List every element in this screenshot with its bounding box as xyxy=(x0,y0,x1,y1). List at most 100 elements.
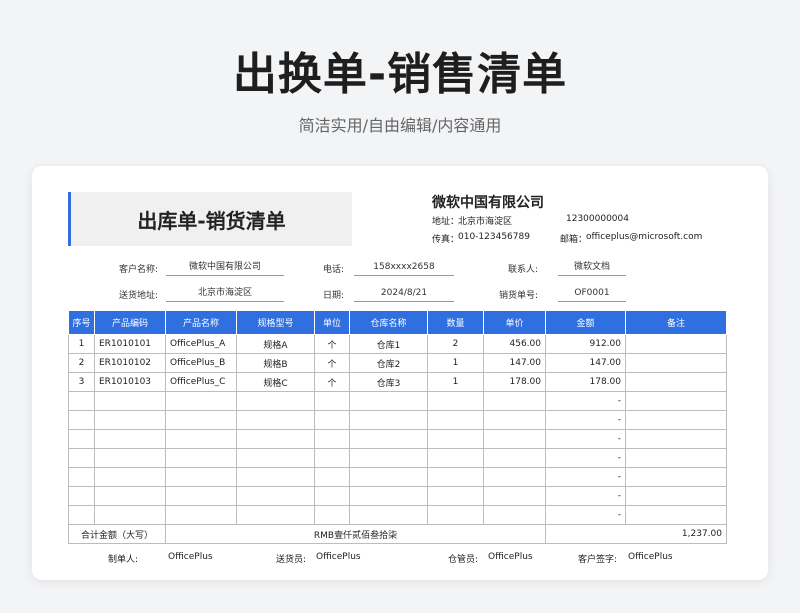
table-cell[interactable] xyxy=(314,448,350,468)
table-cell[interactable]: - xyxy=(545,410,626,430)
table-cell[interactable] xyxy=(165,467,237,487)
table-cell[interactable] xyxy=(625,372,727,392)
table-cell[interactable] xyxy=(68,467,95,487)
table-cell[interactable] xyxy=(483,505,546,525)
table-cell[interactable] xyxy=(236,391,315,411)
table-cell[interactable] xyxy=(483,467,546,487)
table-cell[interactable] xyxy=(165,486,237,506)
table-cell[interactable] xyxy=(427,467,484,487)
table-cell[interactable] xyxy=(349,429,428,449)
table-cell[interactable] xyxy=(94,410,166,430)
table-cell[interactable]: 2 xyxy=(427,334,484,354)
table-cell[interactable] xyxy=(236,467,315,487)
table-cell[interactable] xyxy=(314,467,350,487)
table-cell[interactable]: 178.00 xyxy=(483,372,546,392)
table-cell[interactable]: ER1010103 xyxy=(94,372,166,392)
table-cell[interactable]: - xyxy=(545,429,626,449)
table-cell[interactable] xyxy=(314,486,350,506)
table-cell[interactable] xyxy=(483,486,546,506)
table-cell[interactable] xyxy=(427,505,484,525)
table-cell[interactable] xyxy=(483,429,546,449)
table-cell[interactable]: - xyxy=(545,467,626,487)
table-cell[interactable] xyxy=(68,448,95,468)
table-cell[interactable] xyxy=(94,391,166,411)
table-cell[interactable] xyxy=(165,505,237,525)
table-cell[interactable] xyxy=(165,410,237,430)
table-cell[interactable] xyxy=(94,429,166,449)
table-cell[interactable] xyxy=(68,486,95,506)
table-cell[interactable]: ER1010101 xyxy=(94,334,166,354)
table-cell[interactable] xyxy=(625,486,727,506)
table-cell[interactable] xyxy=(68,391,95,411)
table-cell[interactable]: - xyxy=(545,486,626,506)
table-cell[interactable] xyxy=(349,391,428,411)
table-cell[interactable]: 个 xyxy=(314,334,350,354)
table-cell[interactable] xyxy=(236,410,315,430)
table-cell[interactable] xyxy=(625,410,727,430)
table-cell[interactable]: 456.00 xyxy=(483,334,546,354)
table-cell[interactable]: 仓库3 xyxy=(349,372,428,392)
table-cell[interactable] xyxy=(94,486,166,506)
table-cell[interactable] xyxy=(314,429,350,449)
table-cell[interactable] xyxy=(349,467,428,487)
table-cell[interactable] xyxy=(483,410,546,430)
table-cell[interactable]: 147.00 xyxy=(545,353,626,373)
table-cell[interactable] xyxy=(427,486,484,506)
table-cell[interactable]: 2 xyxy=(68,353,95,373)
table-cell[interactable] xyxy=(236,448,315,468)
table-cell[interactable] xyxy=(427,448,484,468)
table-cell[interactable]: 个 xyxy=(314,353,350,373)
table-cell[interactable]: 仓库2 xyxy=(349,353,428,373)
table-cell[interactable] xyxy=(427,429,484,449)
table-cell[interactable]: 规格C xyxy=(236,372,315,392)
table-cell[interactable] xyxy=(625,448,727,468)
table-cell[interactable] xyxy=(349,448,428,468)
table-cell[interactable] xyxy=(314,410,350,430)
table-cell[interactable]: 912.00 xyxy=(545,334,626,354)
table-cell[interactable]: 1 xyxy=(427,353,484,373)
contact-field[interactable]: 微软文档 xyxy=(558,260,626,276)
table-cell[interactable]: - xyxy=(545,505,626,525)
table-cell[interactable] xyxy=(165,391,237,411)
table-cell[interactable] xyxy=(625,353,727,373)
tel-field[interactable]: 158xxxx2658 xyxy=(354,260,454,276)
table-cell[interactable] xyxy=(625,429,727,449)
table-cell[interactable]: 仓库1 xyxy=(349,334,428,354)
table-cell[interactable] xyxy=(625,467,727,487)
table-cell[interactable] xyxy=(314,505,350,525)
table-cell[interactable] xyxy=(349,410,428,430)
table-cell[interactable] xyxy=(94,505,166,525)
table-cell[interactable] xyxy=(625,334,727,354)
table-cell[interactable]: OfficePlus_B xyxy=(165,353,237,373)
table-cell[interactable]: 1 xyxy=(68,334,95,354)
table-cell[interactable]: 3 xyxy=(68,372,95,392)
table-cell[interactable] xyxy=(94,467,166,487)
table-cell[interactable] xyxy=(427,391,484,411)
table-cell[interactable]: - xyxy=(545,448,626,468)
table-cell[interactable]: 1 xyxy=(427,372,484,392)
table-cell[interactable]: 147.00 xyxy=(483,353,546,373)
table-cell[interactable]: 个 xyxy=(314,372,350,392)
table-cell[interactable] xyxy=(236,486,315,506)
table-cell[interactable] xyxy=(236,505,315,525)
table-cell[interactable] xyxy=(68,410,95,430)
table-cell[interactable] xyxy=(236,429,315,449)
table-cell[interactable] xyxy=(68,505,95,525)
table-cell[interactable] xyxy=(349,505,428,525)
table-cell[interactable]: 规格B xyxy=(236,353,315,373)
table-cell[interactable] xyxy=(483,391,546,411)
table-cell[interactable] xyxy=(349,486,428,506)
table-cell[interactable]: - xyxy=(545,391,626,411)
table-cell[interactable]: 178.00 xyxy=(545,372,626,392)
table-cell[interactable] xyxy=(625,391,727,411)
date-field[interactable]: 2024/8/21 xyxy=(354,286,454,302)
table-cell[interactable]: ER1010102 xyxy=(94,353,166,373)
table-cell[interactable] xyxy=(165,448,237,468)
order-no-field[interactable]: OF0001 xyxy=(558,286,626,302)
table-cell[interactable]: 规格A xyxy=(236,334,315,354)
table-cell[interactable] xyxy=(483,448,546,468)
table-cell[interactable] xyxy=(165,429,237,449)
table-cell[interactable]: OfficePlus_A xyxy=(165,334,237,354)
table-cell[interactable]: OfficePlus_C xyxy=(165,372,237,392)
table-cell[interactable] xyxy=(68,429,95,449)
